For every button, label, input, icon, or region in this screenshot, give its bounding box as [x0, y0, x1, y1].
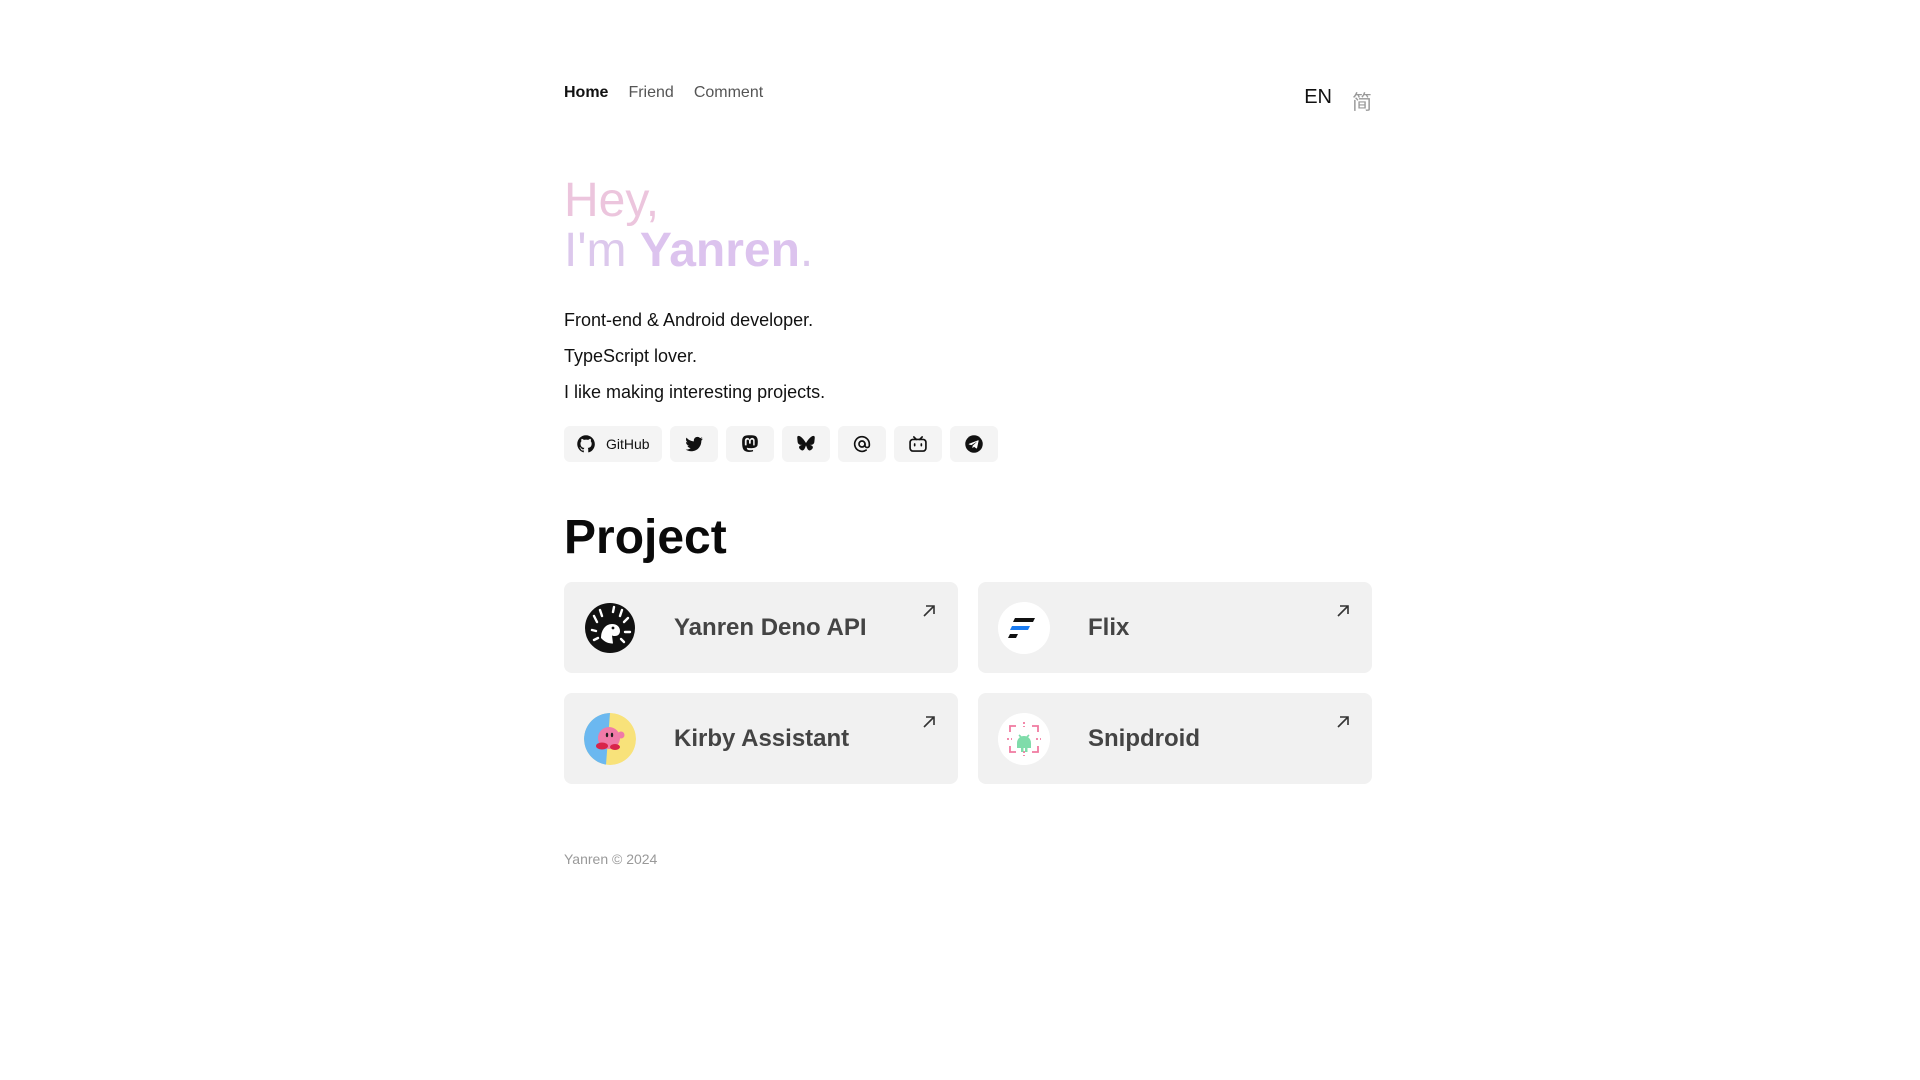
project-card-snipdroid[interactable]: Snipdroid [978, 693, 1372, 784]
project-card-yanren-deno-api[interactable]: Yanren Deno API [564, 582, 958, 673]
nav-home[interactable]: Home [564, 84, 608, 102]
telegram-icon [964, 434, 984, 454]
hero-greeting: Hey, [564, 174, 660, 227]
footer-copyright: Yanren © 2024 [564, 851, 658, 867]
project-grid: Yanren Deno API Flix Kirby Assistant Sni… [564, 582, 1372, 784]
social-links: GitHub [564, 426, 998, 462]
external-link-arrow-icon [1336, 604, 1350, 618]
bio-line: Front-end & Android developer. [564, 310, 814, 330]
hero-heading: Hey, I'm Yanren. [564, 176, 813, 276]
project-title: Flix [1088, 613, 1130, 641]
twitter-icon [684, 434, 704, 454]
nav-friend[interactable]: Friend [628, 84, 673, 102]
snipdroid-icon [998, 712, 1050, 765]
bluesky-button[interactable] [781, 426, 830, 462]
nav-comment[interactable]: Comment [694, 84, 763, 102]
bio-line: I like making interesting projects. [564, 382, 826, 402]
project-title: Yanren Deno API [674, 613, 867, 641]
project-card-kirby-assistant[interactable]: Kirby Assistant [564, 693, 958, 784]
github-button[interactable]: GitHub [564, 426, 662, 462]
bluesky-icon [796, 434, 816, 454]
project-title: Snipdroid [1088, 724, 1200, 752]
main-nav: Home Friend Comment [564, 84, 763, 102]
hero-intro-suffix: . [799, 224, 814, 277]
external-link-arrow-icon [1336, 715, 1350, 729]
language-switcher: EN 简 [1304, 86, 1372, 115]
lang-en[interactable]: EN [1304, 86, 1332, 115]
bio-line: TypeScript lover. [564, 346, 698, 366]
external-link-arrow-icon [922, 604, 936, 618]
project-heading: Project [564, 511, 727, 564]
email-at-icon [852, 434, 872, 454]
hero-intro-prefix: I'm [564, 224, 640, 277]
flix-icon [998, 601, 1050, 654]
mastodon-button[interactable] [725, 426, 774, 462]
email-button[interactable] [837, 426, 886, 462]
hero-name: Yanren [639, 224, 800, 277]
top-bar: Home Friend Comment EN 简 [564, 84, 1372, 114]
bilibili-button[interactable] [893, 426, 942, 462]
hero-intro: I'm Yanren. [564, 226, 813, 276]
github-label: GitHub [606, 436, 650, 452]
mastodon-icon [740, 434, 760, 454]
telegram-button[interactable] [949, 426, 998, 462]
page: Home Friend Comment EN 简 Hey, I'm Yanren… [0, 0, 1920, 1080]
bilibili-icon [908, 434, 928, 454]
external-link-arrow-icon [922, 715, 936, 729]
project-card-flix[interactable]: Flix [978, 582, 1372, 673]
github-icon [576, 434, 596, 454]
deno-icon [584, 602, 636, 654]
lang-zh[interactable]: 简 [1352, 86, 1372, 115]
kirby-icon [584, 712, 636, 765]
project-title: Kirby Assistant [674, 724, 850, 752]
twitter-button[interactable] [669, 426, 718, 462]
bio: Front-end & Android developer. TypeScrip… [564, 302, 825, 410]
